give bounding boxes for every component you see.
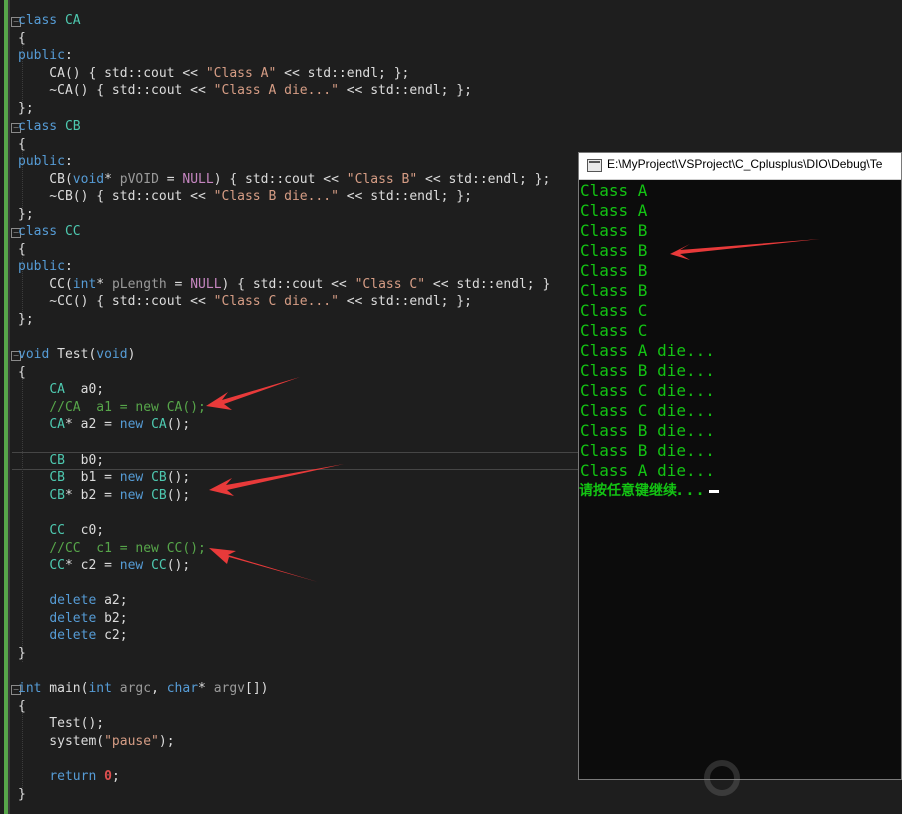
arrow-icon: [670, 239, 820, 260]
annotation-arrows: [206, 239, 820, 582]
arrow-icon: [209, 464, 344, 496]
watermark-logo: [702, 754, 902, 814]
arrow-icon: [206, 377, 300, 410]
arrow-icon: [209, 548, 318, 582]
